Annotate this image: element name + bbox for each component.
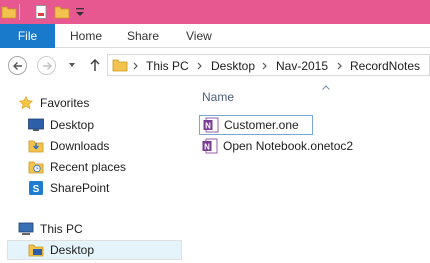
file-list: Name N Customer.one N Open Notebook.onet… xyxy=(187,82,430,263)
breadcrumb-desktop[interactable]: Desktop xyxy=(211,58,255,74)
tab-view[interactable]: View xyxy=(186,24,212,48)
nav-this-pc-label: This PC xyxy=(40,222,83,236)
desktop-icon xyxy=(28,118,44,131)
file-name: Open Notebook.onetoc2 xyxy=(223,139,354,153)
breadcrumb-this-pc[interactable]: This PC xyxy=(146,58,189,74)
recent-locations-icon[interactable] xyxy=(68,61,76,69)
breadcrumb-recordnotes[interactable]: RecordNotes xyxy=(350,58,420,74)
onenote-section-icon: N xyxy=(203,117,219,133)
nav-favorite-sharepoint-label: SharePoint xyxy=(50,181,110,195)
tab-home[interactable]: Home xyxy=(70,24,102,48)
new-folder-icon[interactable] xyxy=(54,4,70,20)
nav-favorite-sharepoint[interactable]: S SharePoint xyxy=(28,178,178,198)
recent-places-icon xyxy=(28,161,44,174)
nav-this-pc-desktop[interactable]: Desktop xyxy=(7,240,182,260)
chevron-right-icon[interactable] xyxy=(133,62,139,70)
tab-share[interactable]: Share xyxy=(127,24,159,48)
nav-favorite-downloads[interactable]: Downloads xyxy=(28,136,178,156)
back-button[interactable] xyxy=(8,56,27,75)
back-icon xyxy=(13,62,22,70)
navigation-pane: Favorites Desktop Downloads Recent place… xyxy=(0,82,186,263)
nav-this-pc[interactable]: This PC xyxy=(18,219,178,239)
file-item-open-notebook[interactable]: N Open Notebook.onetoc2 xyxy=(199,137,379,157)
nav-favorite-desktop[interactable]: Desktop xyxy=(28,115,178,135)
toolbar-separator xyxy=(19,4,20,20)
folder-icon xyxy=(28,244,44,257)
svg-text:S: S xyxy=(33,184,40,195)
up-icon[interactable] xyxy=(88,57,102,73)
column-header-name[interactable]: Name xyxy=(202,90,234,104)
svg-text:N: N xyxy=(205,121,211,130)
nav-this-pc-desktop-label: Desktop xyxy=(50,243,95,257)
nav-favorite-recent-places[interactable]: Recent places xyxy=(28,157,178,177)
folder-icon[interactable] xyxy=(1,4,17,20)
file-name: Customer.one xyxy=(224,118,299,132)
nav-favorites-label: Favorites xyxy=(40,96,90,110)
star-icon xyxy=(18,95,34,110)
title-bar xyxy=(0,0,430,24)
folder-icon xyxy=(112,59,128,72)
address-row: This PC Desktop Nav-2015 RecordNotes xyxy=(0,48,430,82)
computer-icon xyxy=(18,222,34,235)
ribbon-tab-bar: File Home Share View xyxy=(0,24,430,48)
chevron-right-icon[interactable] xyxy=(197,62,203,70)
customize-dropdown-icon[interactable] xyxy=(72,4,88,20)
file-item-customer[interactable]: N Customer.one xyxy=(199,115,313,135)
onenote-notebook-icon: N xyxy=(202,138,218,154)
forward-icon xyxy=(43,62,52,70)
chevron-right-icon[interactable] xyxy=(262,62,268,70)
chevron-right-icon[interactable] xyxy=(337,62,343,70)
sort-ascending-icon xyxy=(322,85,330,90)
nav-favorites[interactable]: Favorites xyxy=(18,93,178,113)
breadcrumb-nav-2015[interactable]: Nav-2015 xyxy=(276,58,328,74)
tab-file[interactable]: File xyxy=(0,24,55,48)
svg-text:N: N xyxy=(204,142,210,151)
sharepoint-icon: S xyxy=(29,181,43,195)
downloads-icon xyxy=(28,140,44,153)
properties-icon[interactable] xyxy=(33,4,49,20)
nav-favorite-desktop-label: Desktop xyxy=(50,118,95,132)
nav-favorite-downloads-label: Downloads xyxy=(50,139,110,153)
address-bar[interactable]: This PC Desktop Nav-2015 RecordNotes xyxy=(107,54,430,76)
forward-button[interactable] xyxy=(37,56,56,75)
nav-favorite-recent-places-label: Recent places xyxy=(50,160,127,174)
